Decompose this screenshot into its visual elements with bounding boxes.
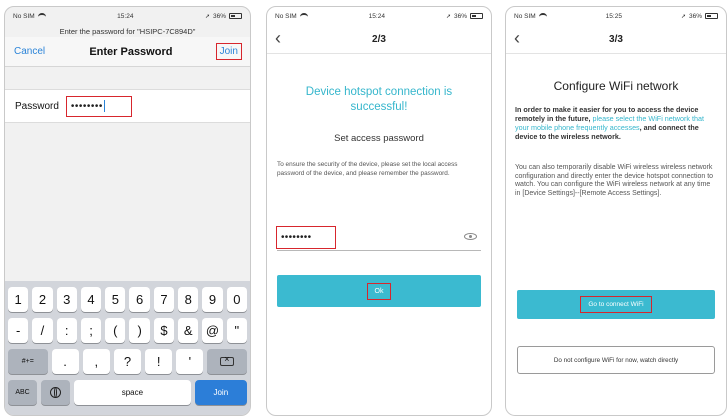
carrier-text: No SIM: [13, 12, 35, 20]
access-password-input[interactable]: ••••••••: [276, 226, 336, 249]
connect-wifi-button[interactable]: Go to connect WiFi: [517, 290, 715, 319]
key-symbol-8[interactable]: @: [202, 318, 223, 343]
network-prompt: Enter the password for "HSIPC-7C894D": [59, 27, 196, 36]
step-indicator: 2/3: [372, 33, 386, 45]
key-digit-1[interactable]: 2: [32, 287, 53, 312]
battery-percent: 36%: [688, 12, 702, 20]
globe-icon: [50, 387, 62, 398]
key-digit-2[interactable]: 3: [56, 287, 77, 312]
configure-wifi-title: Configure WiFi network: [553, 79, 679, 93]
key-symbol-5[interactable]: ): [129, 318, 150, 343]
back-chevron-icon[interactable]: ‹: [275, 28, 281, 49]
key-delete[interactable]: [207, 349, 247, 374]
key-symbol-4[interactable]: (: [105, 318, 126, 343]
key-digit-8[interactable]: 9: [202, 287, 223, 312]
status-time: 15:24: [117, 12, 134, 20]
cancel-button[interactable]: Cancel: [14, 46, 45, 57]
ok-button-label: Ok: [366, 282, 392, 300]
key-more-symbols[interactable]: #+=: [8, 349, 48, 374]
back-chevron-icon[interactable]: ‹: [514, 28, 520, 49]
key-symbol-3[interactable]: ;: [80, 318, 102, 343]
wifi-instructions: In order to make it easier for you to ac…: [515, 105, 717, 141]
phone-screen-configure-wifi: No SIM 15:25 ➚ 36% ‹ 3/3 Configure WiFi n…: [505, 6, 727, 416]
key-symbol-2[interactable]: :: [56, 318, 77, 343]
key-punct-0[interactable]: .: [51, 349, 79, 374]
keyboard-row-digits: 1234567890: [8, 287, 247, 312]
keyboard-row-bottom: ABC space Join: [8, 380, 248, 405]
location-icon: ➚: [445, 13, 451, 20]
success-message: Device hotspot connection is successful!: [305, 86, 453, 113]
carrier-text: No SIM: [275, 12, 297, 20]
key-digit-7[interactable]: 8: [178, 287, 199, 312]
header: ‹ 2/3: [267, 25, 491, 53]
carrier-text: No SIM: [514, 12, 536, 20]
key-digit-4[interactable]: 5: [105, 287, 126, 312]
ok-button[interactable]: Ok: [277, 275, 481, 307]
location-icon: ➚: [680, 13, 686, 20]
alternative-instructions: You can also temporarily disable WiFi wi…: [515, 164, 714, 197]
battery-percent: 36%: [453, 12, 467, 20]
wifi-icon: [37, 13, 46, 19]
status-time: 15:24: [368, 12, 385, 20]
delete-icon: [220, 354, 235, 366]
header-divider: [506, 53, 726, 54]
key-punct-3[interactable]: !: [145, 349, 173, 374]
key-digit-3[interactable]: 4: [80, 287, 102, 312]
header-divider: [267, 53, 491, 54]
status-bar: No SIM 15:25 ➚ 36%: [506, 7, 726, 25]
keyboard-row-punctuation: #+= .,?! ': [8, 349, 247, 374]
password-label: Password: [15, 100, 59, 112]
page-title: Enter Password: [89, 45, 173, 58]
security-description: To ensure the security of the device, pl…: [277, 161, 458, 177]
set-password-title: Set access password: [334, 133, 424, 144]
password-input[interactable]: ••••••••: [65, 95, 132, 117]
key-symbol-1[interactable]: /: [32, 318, 53, 343]
key-punct-1[interactable]: ,: [82, 349, 110, 374]
password-row: ••••••••: [276, 225, 481, 251]
step-indicator: 3/3: [609, 33, 623, 45]
phone-screen-enter-password: No SIM 15:24 ➚ 36% Enter the password for…: [4, 6, 251, 416]
punctuation-keys: .,?! ': [51, 349, 204, 374]
wifi-icon: [299, 13, 308, 19]
skip-wifi-button[interactable]: Do not configure WiFi for now, watch dir…: [517, 346, 715, 374]
key-symbol-6[interactable]: $: [153, 318, 175, 343]
key-digit-6[interactable]: 7: [153, 287, 175, 312]
phone-screen-set-password: No SIM 15:24 ➚ 36% ‹ 2/3 Device hotspot c…: [266, 6, 492, 416]
key-punct-2[interactable]: ?: [113, 349, 142, 374]
key-symbol-9[interactable]: ": [226, 318, 247, 343]
key-digit-5[interactable]: 6: [129, 287, 150, 312]
keyboard-row-symbols: - /:;() $ & @ ": [8, 318, 247, 343]
text-caret: [103, 100, 105, 112]
connect-wifi-label: Go to connect WiFi: [580, 296, 652, 313]
key-symbol-0[interactable]: -: [8, 318, 29, 343]
eye-icon[interactable]: [464, 233, 477, 240]
wifi-icon: [538, 13, 547, 19]
battery-percent: 36%: [212, 12, 226, 20]
status-bar: No SIM 15:24 ➚ 36%: [5, 7, 250, 25]
password-dots: ••••••••: [70, 100, 103, 112]
key-globe[interactable]: [41, 380, 71, 405]
join-button[interactable]: Join: [215, 43, 242, 60]
status-bar: No SIM 15:24 ➚ 36%: [267, 7, 491, 25]
location-icon: ➚: [204, 13, 210, 20]
key-punct-4[interactable]: ': [176, 349, 204, 374]
key-digit-9[interactable]: 0: [226, 287, 247, 312]
key-space[interactable]: space: [74, 380, 191, 405]
key-symbol-7[interactable]: &: [178, 318, 199, 343]
key-join[interactable]: Join: [194, 380, 248, 405]
header: ‹ 3/3: [506, 25, 726, 53]
key-abc[interactable]: ABC: [8, 380, 38, 405]
status-time: 15:25: [605, 12, 622, 20]
password-row: Password ••••••••: [5, 89, 250, 123]
keyboard: 1234567890 -/:;()$&@" #+= .,?!' ABC spac…: [5, 281, 250, 415]
key-digit-0[interactable]: 1: [8, 287, 29, 312]
battery-icon: [470, 13, 483, 19]
battery-icon: [229, 13, 242, 19]
battery-icon: [705, 13, 718, 19]
nav-bar: Cancel Enter Password Join: [5, 37, 250, 67]
